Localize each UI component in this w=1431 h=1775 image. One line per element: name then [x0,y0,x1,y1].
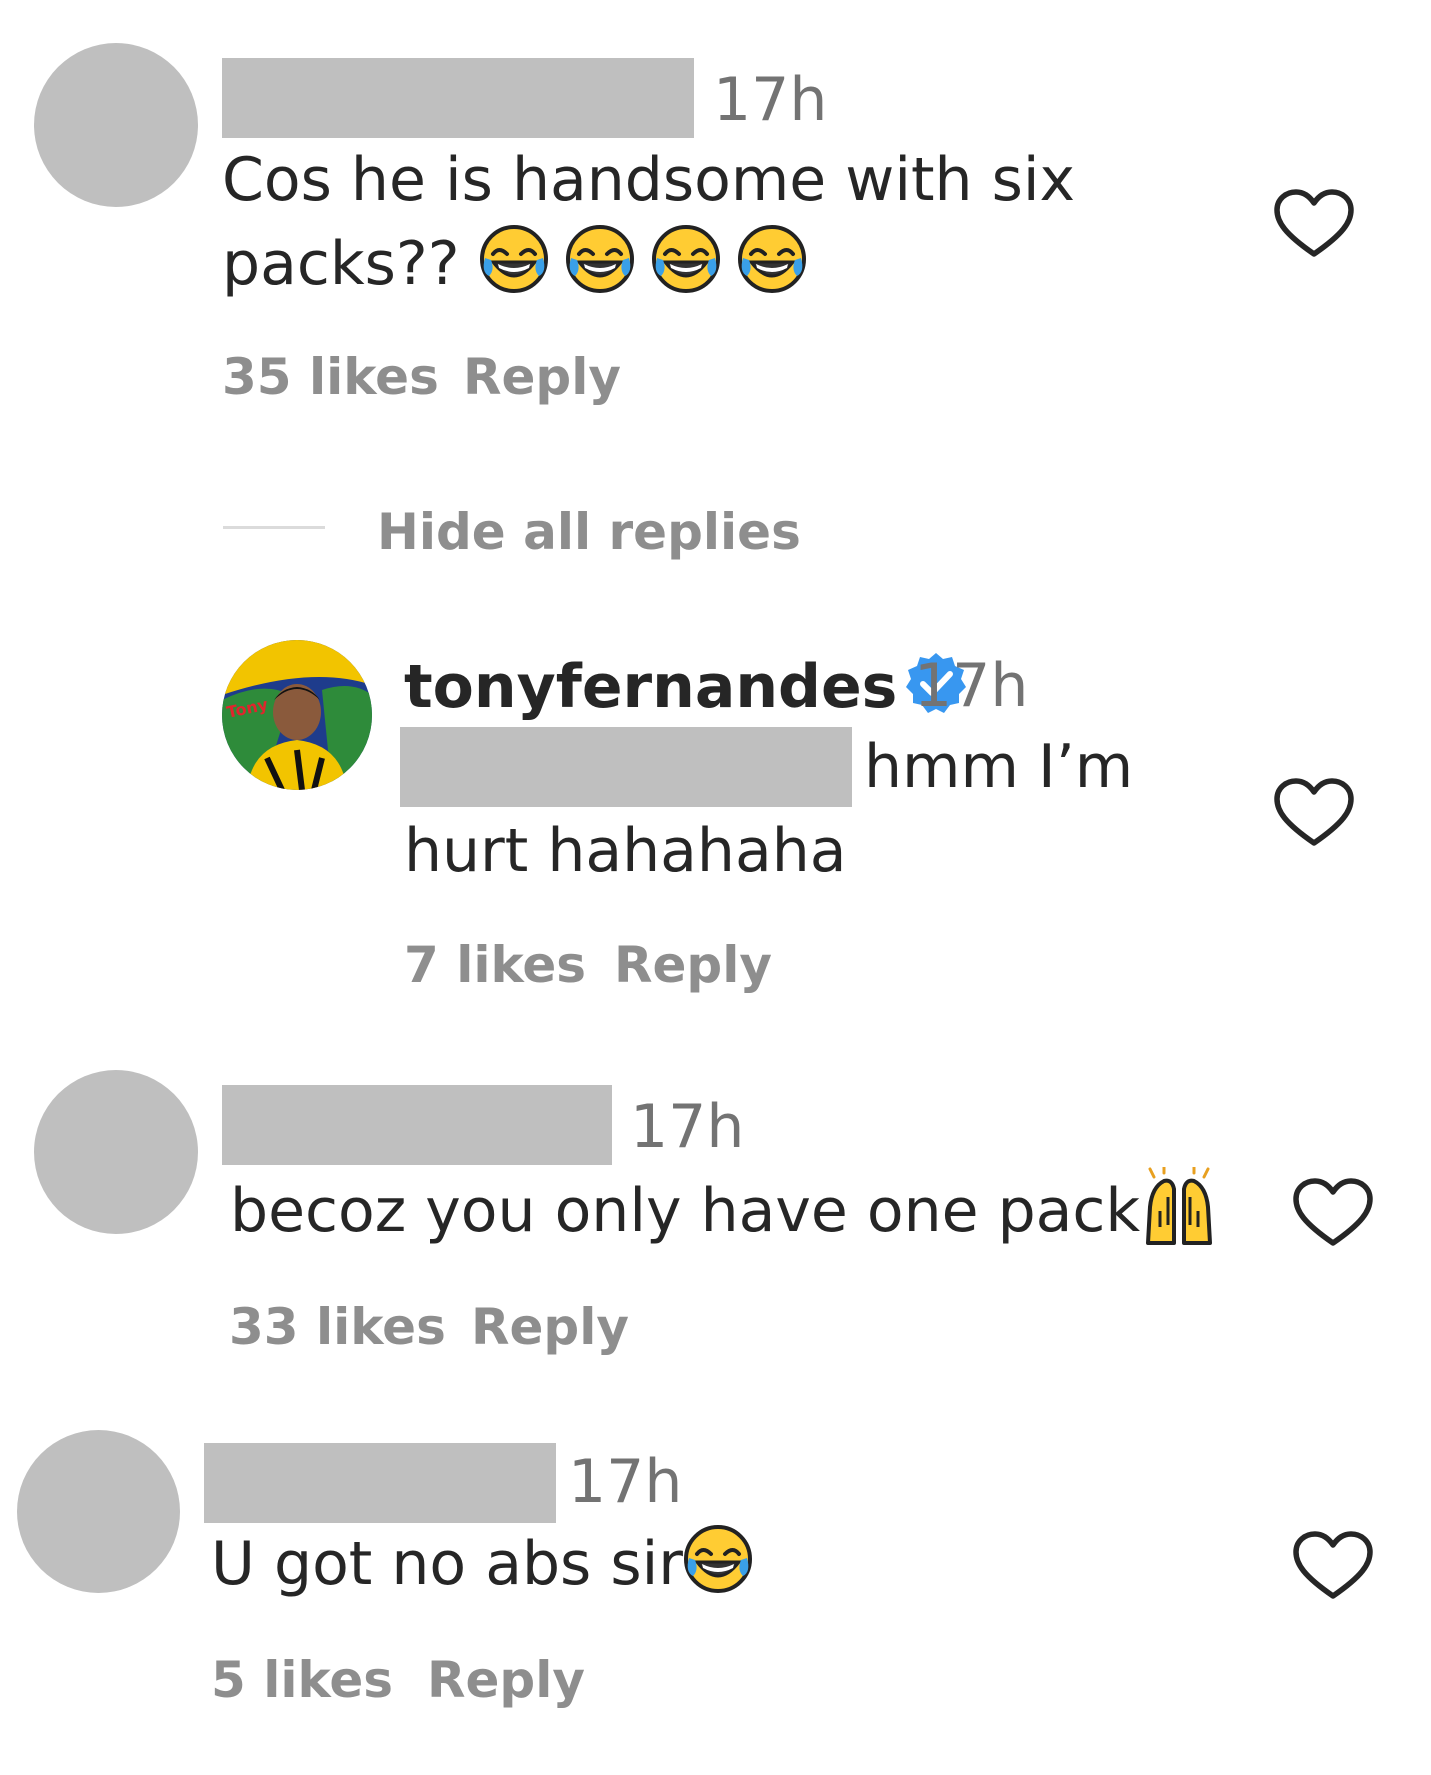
comment-text-line: packs?? [222,229,479,299]
reply-button[interactable]: Reply [427,1655,585,1705]
profile-photo: Tony [222,640,372,790]
user-avatar[interactable] [34,1070,198,1234]
user-avatar[interactable] [17,1430,180,1593]
hide-replies-button[interactable]: Hide all replies [377,507,801,557]
comment-text-line: hurt hahahaha [404,816,847,886]
username-row: tonyfernandes [404,651,968,723]
like-count[interactable]: 5 likes [211,1655,393,1705]
like-heart-icon[interactable] [1273,777,1355,849]
reply-button[interactable]: Reply [614,940,772,990]
redacted-username [222,1085,612,1165]
like-count[interactable]: 33 likes [229,1302,446,1352]
like-heart-icon[interactable] [1292,1530,1374,1602]
like-count[interactable]: 7 likes [404,940,586,990]
face-with-tears-of-joy-icon [683,1524,753,1594]
user-avatar[interactable]: Tony [222,640,372,790]
face-with-tears-of-joy-icon [651,224,721,294]
face-with-tears-of-joy-icon [737,224,807,294]
redacted-username [222,58,694,138]
replies-divider [223,526,325,529]
raising-hands-icon [1146,1167,1213,1245]
comment-timestamp: 17h [630,1092,745,1162]
user-avatar[interactable] [34,43,198,207]
comment-text-line: becoz you only have one pack [230,1176,1141,1246]
comment-text-line-with-emoji: packs?? [222,222,1075,306]
face-with-tears-of-joy-icon [565,224,635,294]
like-heart-icon[interactable] [1273,188,1355,260]
comment-timestamp: 17h [914,651,1029,721]
comment-text-line: Cos he is handsome with six [222,145,1076,215]
comment-text: Cos he is handsome with six packs?? [222,138,1075,306]
reply-button[interactable]: Reply [463,352,621,402]
like-heart-icon[interactable] [1292,1177,1374,1249]
reply-button[interactable]: Reply [471,1302,629,1352]
like-count[interactable]: 35 likes [222,352,439,402]
username-link[interactable]: tonyfernandes [404,652,897,722]
comment-timestamp: 17h [713,65,828,135]
comment-text-line: hmm I’m [864,732,1134,802]
comment-text-line: U got no abs sir [211,1529,683,1599]
face-with-tears-of-joy-icon [479,224,549,294]
comment-text: U got no abs sir [211,1522,753,1606]
comment-timestamp: 17h [568,1447,683,1517]
redacted-mention [400,727,852,807]
comment-text: becoz you only have one pack [230,1167,1218,1253]
redacted-username [204,1443,556,1523]
